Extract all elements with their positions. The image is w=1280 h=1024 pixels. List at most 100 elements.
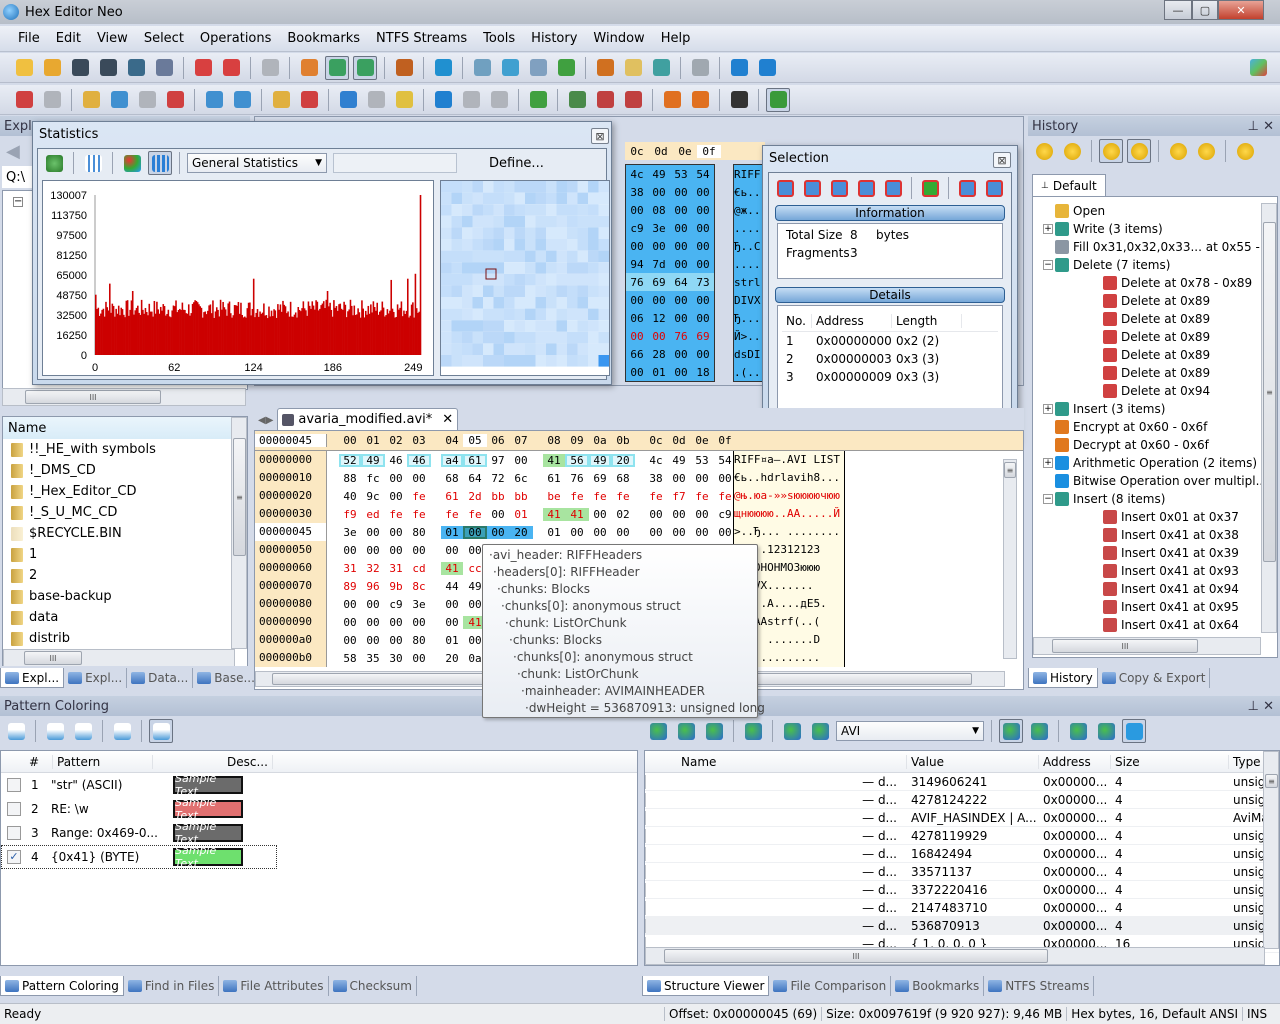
hex-byte[interactable]: fe	[385, 508, 407, 521]
hex-byte[interactable]: 00	[407, 472, 431, 485]
list-item[interactable]: base-backup	[3, 586, 247, 607]
hex-byte[interactable]: 01	[441, 525, 463, 539]
undo-to-button[interactable]	[1166, 139, 1190, 163]
hex-byte[interactable]: f9	[339, 508, 361, 521]
byte-map-cell[interactable]	[514, 285, 526, 297]
structure-tab-ntfs-streams[interactable]: NTFS Streams	[984, 976, 1095, 996]
byte-map-cell[interactable]	[546, 250, 557, 263]
byte-map-cell[interactable]	[598, 355, 610, 367]
hex-byte[interactable]: 00	[339, 544, 361, 557]
hex-byte[interactable]: 38	[645, 472, 667, 485]
unbind-button[interactable]	[702, 719, 726, 743]
byte-map-cell[interactable]	[556, 215, 568, 228]
byte-map-cell[interactable]	[451, 204, 463, 216]
hex-byte[interactable]: 94	[626, 258, 648, 271]
text-view-button[interactable]	[353, 55, 377, 80]
byte-map-cell[interactable]	[504, 262, 515, 274]
hex-byte[interactable]: 68	[611, 472, 635, 485]
hex-byte[interactable]: 00	[645, 526, 667, 539]
history-item[interactable]: Insert 0x01 at 0x37	[1033, 508, 1277, 526]
find-button[interactable]	[431, 88, 455, 112]
print-button[interactable]	[152, 56, 176, 80]
byte-map-cell[interactable]	[451, 192, 463, 205]
byte-map-cell[interactable]	[567, 320, 578, 332]
structure-vscrollbar[interactable]: ≡	[1263, 751, 1279, 949]
file-list-hscrollbar[interactable]: III	[3, 649, 235, 667]
insert-copy-button[interactable]	[202, 88, 226, 112]
ruler-button[interactable]	[392, 88, 416, 112]
hex-byte[interactable]: 01	[543, 526, 565, 539]
byte-map-cell[interactable]	[504, 215, 515, 228]
hex-byte[interactable]: 80	[407, 526, 431, 539]
hex-byte[interactable]: 3e	[339, 526, 361, 539]
byte-map-cell[interactable]	[588, 320, 599, 332]
byte-map-cell[interactable]	[556, 227, 568, 239]
byte-map-cell[interactable]	[588, 215, 599, 228]
hex-byte[interactable]: f7	[667, 490, 691, 503]
hex-byte[interactable]: 53	[670, 168, 692, 181]
byte-map-cell[interactable]	[525, 181, 536, 193]
hex-byte[interactable]: 00	[361, 598, 385, 611]
byte-map-cell[interactable]	[525, 297, 536, 309]
tab-avaria-modified[interactable]: avaria_modified.avi* ✕	[277, 408, 459, 430]
hex-top-bytes[interactable]: 4c 49 53 54 38 00 00 00 00 08 00 00 c9 3e 00 00 00 00 00 00…	[625, 164, 715, 382]
insert-pattern-button[interactable]	[593, 88, 617, 112]
byte-map-cell[interactable]	[525, 215, 536, 228]
history-item[interactable]: Encrypt at 0x60 - 0x6f	[1033, 418, 1277, 436]
byte-map-cell[interactable]	[567, 331, 578, 344]
hex-byte[interactable]: 49	[589, 453, 611, 467]
hex-byte[interactable]: 80	[407, 634, 431, 647]
hex-byte[interactable]: 2d	[463, 490, 487, 503]
hex-byte[interactable]: fe	[645, 490, 667, 503]
hex-byte[interactable]: 00	[692, 240, 714, 253]
list-item[interactable]: $RECYCLE.BIN	[3, 523, 247, 544]
pattern-checkbox[interactable]	[7, 778, 21, 792]
byte-map-cell[interactable]	[556, 355, 568, 367]
hex-byte[interactable]: fe	[463, 508, 487, 521]
hex-byte[interactable]: 28	[648, 348, 670, 361]
pattern-checkbox[interactable]: ✓	[7, 850, 21, 864]
byte-map-cell[interactable]	[514, 273, 526, 286]
byte-map-cell[interactable]	[556, 320, 568, 332]
byte-map-cell[interactable]	[483, 297, 494, 309]
explorer-tab-base-[interactable]: Base...	[193, 668, 260, 688]
byte-map-cell[interactable]	[567, 343, 578, 355]
byte-map-cell[interactable]	[493, 331, 505, 344]
statistics-close-button[interactable]: ⊠	[591, 128, 609, 144]
history-item[interactable]: + Write (3 items)	[1033, 220, 1277, 238]
byte-map-cell[interactable]	[546, 331, 557, 344]
hex-row[interactable]: 00000000 52 49 46 46 a4 61 97 00 41 56 49 20 4c 49 53 54…	[255, 451, 1023, 469]
byte-map-cell[interactable]	[556, 262, 568, 274]
hex-byte[interactable]: 06	[626, 312, 648, 325]
hex-byte[interactable]: 49	[648, 168, 670, 181]
byte-map-cell[interactable]	[567, 250, 578, 263]
refresh-structure-button[interactable]	[741, 719, 765, 743]
byte-map-cell[interactable]	[451, 250, 463, 263]
byte-map-cell[interactable]	[483, 285, 494, 297]
byte-map-cell[interactable]	[472, 215, 484, 228]
byte-map-cell[interactable]	[462, 273, 473, 286]
byte-map-cell[interactable]	[525, 227, 536, 239]
byte-map-cell[interactable]	[567, 204, 578, 216]
byte-map-cell[interactable]	[556, 192, 568, 205]
hex-byte[interactable]: fe	[407, 490, 431, 503]
byte-map-cell[interactable]	[588, 181, 599, 193]
history-hscrollbar[interactable]: III	[1033, 637, 1261, 655]
byte-map-cell[interactable]	[472, 273, 484, 286]
hex-byte[interactable]: 35	[361, 652, 385, 665]
byte-map-cell[interactable]	[535, 343, 547, 355]
byte-map-cell[interactable]	[451, 308, 463, 321]
byte-map-cell[interactable]	[598, 331, 610, 344]
byte-map-cell[interactable]	[535, 239, 547, 251]
byte-map-cell[interactable]	[441, 250, 452, 263]
validate-button[interactable]	[918, 176, 942, 200]
pattern-tab-file-attributes[interactable]: File Attributes	[219, 976, 329, 996]
info-button[interactable]	[1122, 719, 1146, 743]
hex-byte[interactable]: 8c	[407, 580, 431, 593]
hex-byte[interactable]: 4c	[626, 168, 648, 181]
byte-map-cell[interactable]	[472, 297, 484, 309]
export-pattern-button[interactable]	[71, 719, 95, 743]
list-item[interactable]: !_S_U_MC_CD	[3, 502, 247, 523]
pattern-tab-checksum[interactable]: Checksum	[329, 976, 417, 996]
hex-byte[interactable]: fe	[611, 490, 635, 503]
